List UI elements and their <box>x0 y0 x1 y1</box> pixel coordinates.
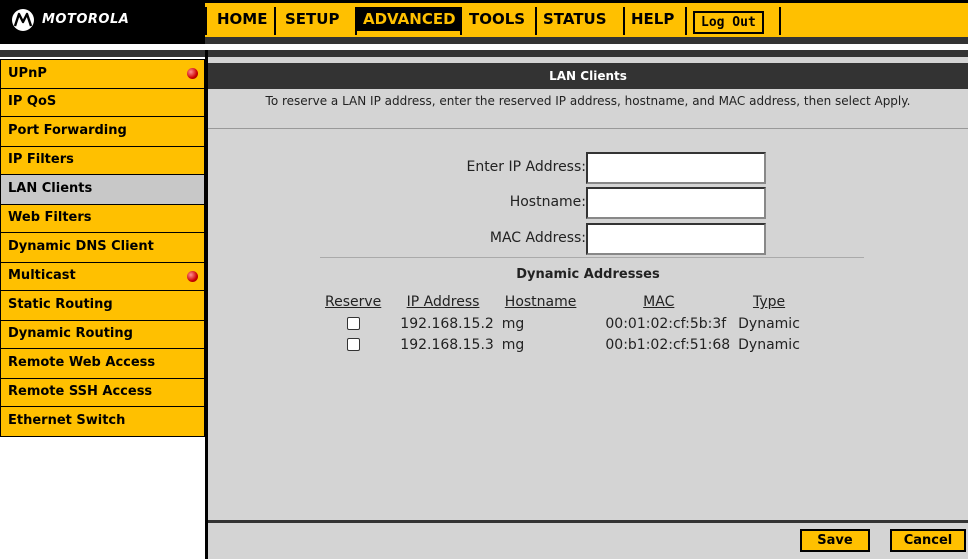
column-header-type: Type <box>752 294 786 310</box>
sidebar-item-lan-clients[interactable]: LAN Clients <box>0 175 205 205</box>
nav-separator <box>205 7 207 35</box>
nav-separator <box>685 7 687 35</box>
sidebar: UPnP IP QoS Port Forwarding IP Filters L… <box>0 59 205 437</box>
alert-dot-icon <box>187 68 198 79</box>
hostname-cell: mg <box>501 315 525 332</box>
mac-address-row: MAC Address: <box>208 223 968 257</box>
sidebar-item-upnp[interactable]: UPnP <box>0 59 205 89</box>
dynamic-addresses-heading: Dynamic Addresses <box>516 267 660 282</box>
reserve-checkbox[interactable] <box>346 317 360 330</box>
sidebar-item-ip-qos[interactable]: IP QoS <box>0 89 205 117</box>
nav-separator <box>460 7 462 35</box>
sidebar-item-label: UPnP <box>8 66 47 81</box>
footer-divider <box>208 520 968 523</box>
ip-address-label: Enter IP Address: <box>466 159 586 175</box>
nav-separator <box>779 7 781 35</box>
sidebar-item-label: IP QoS <box>8 94 57 109</box>
ip-address-input[interactable] <box>586 152 766 184</box>
ip-cell: 192.168.15.3 <box>400 336 494 353</box>
sidebar-item-port-forwarding[interactable]: Port Forwarding <box>0 117 205 147</box>
top-navigation: HOME SETUP ADVANCED TOOLS STATUS HELP Lo… <box>205 0 968 37</box>
tab-help[interactable]: HELP <box>625 7 680 31</box>
column-header-hostname: Hostname <box>504 294 577 310</box>
sidebar-item-web-filters[interactable]: Web Filters <box>0 205 205 233</box>
page-title: LAN Clients <box>208 63 968 89</box>
hostname-row: Hostname: <box>208 187 968 221</box>
column-header-reserve: Reserve <box>325 294 382 310</box>
nav-separator <box>274 7 276 35</box>
mac-address-input[interactable] <box>586 223 766 255</box>
motorola-logo: MOTOROLA <box>0 0 205 44</box>
tab-setup[interactable]: SETUP <box>279 7 345 31</box>
header-band <box>205 37 968 44</box>
hostname-label: Hostname: <box>509 194 586 210</box>
sidebar-item-static-routing[interactable]: Static Routing <box>0 291 205 321</box>
save-button[interactable]: Save <box>800 529 870 552</box>
reserve-checkbox[interactable] <box>346 338 360 351</box>
sidebar-item-remote-ssh-access[interactable]: Remote SSH Access <box>0 379 205 407</box>
tab-status[interactable]: STATUS <box>537 7 613 31</box>
dynamic-addresses-table: Reserve IP Address Hostname MAC Type 192… <box>318 291 804 355</box>
table-row: 192.168.15.2 mg 00:01:02:cf:5b:3f Dynami… <box>318 313 804 334</box>
ip-cell: 192.168.15.2 <box>400 315 494 332</box>
instructions-divider <box>208 128 968 129</box>
sidebar-item-label: Dynamic DNS Client <box>8 239 154 254</box>
hostname-cell: mg <box>501 336 525 353</box>
alert-dot-icon <box>187 271 198 282</box>
sidebar-item-label: IP Filters <box>8 152 74 167</box>
reserve-cell <box>318 313 388 334</box>
sidebar-item-label: Remote Web Access <box>8 355 156 370</box>
hostname-input[interactable] <box>586 187 766 219</box>
sidebar-item-dynamic-routing[interactable]: Dynamic Routing <box>0 321 205 349</box>
sidebar-item-label: Remote SSH Access <box>8 384 153 399</box>
sidebar-item-label: Multicast <box>8 268 76 283</box>
motorola-batwing-icon <box>12 9 34 31</box>
sidebar-item-label: Static Routing <box>8 297 113 312</box>
brand-name: MOTOROLA <box>42 12 130 27</box>
ip-address-row: Enter IP Address: <box>208 152 968 186</box>
column-header-mac: MAC <box>643 294 675 310</box>
sidebar-item-label: Dynamic Routing <box>8 326 133 341</box>
sidebar-item-label: Ethernet Switch <box>8 413 126 428</box>
header-band-lower <box>0 50 968 57</box>
tab-advanced[interactable]: ADVANCED <box>357 7 462 31</box>
sidebar-item-ethernet-switch[interactable]: Ethernet Switch <box>0 407 205 437</box>
sidebar-item-multicast[interactable]: Multicast <box>0 263 205 291</box>
cancel-button[interactable]: Cancel <box>890 529 966 552</box>
mac-address-label: MAC Address: <box>489 230 586 246</box>
table-row: 192.168.15.3 mg 00:b1:02:cf:51:68 Dynami… <box>318 334 804 355</box>
instructions-text: To reserve a LAN IP address, enter the r… <box>265 94 911 108</box>
type-cell: Dynamic <box>738 336 800 353</box>
mac-cell: 00:b1:02:cf:51:68 <box>605 336 731 353</box>
main-panel: LAN Clients To reserve a LAN IP address,… <box>208 57 968 559</box>
table-header-row: Reserve IP Address Hostname MAC Type <box>318 291 804 313</box>
sidebar-item-label: Web Filters <box>8 210 92 225</box>
sidebar-item-label: LAN Clients <box>8 181 93 196</box>
logout-button[interactable]: Log Out <box>693 11 764 34</box>
tab-tools[interactable]: TOOLS <box>463 7 531 31</box>
sidebar-item-label: Port Forwarding <box>8 123 127 138</box>
section-divider <box>320 257 864 258</box>
reserve-cell <box>318 334 388 355</box>
mac-cell: 00:01:02:cf:5b:3f <box>605 315 727 332</box>
sidebar-item-dynamic-dns-client[interactable]: Dynamic DNS Client <box>0 233 205 263</box>
sidebar-item-ip-filters[interactable]: IP Filters <box>0 147 205 175</box>
sidebar-item-remote-web-access[interactable]: Remote Web Access <box>0 349 205 379</box>
column-header-ip-address: IP Address <box>406 294 480 310</box>
tab-home[interactable]: HOME <box>211 7 273 31</box>
type-cell: Dynamic <box>738 315 800 332</box>
